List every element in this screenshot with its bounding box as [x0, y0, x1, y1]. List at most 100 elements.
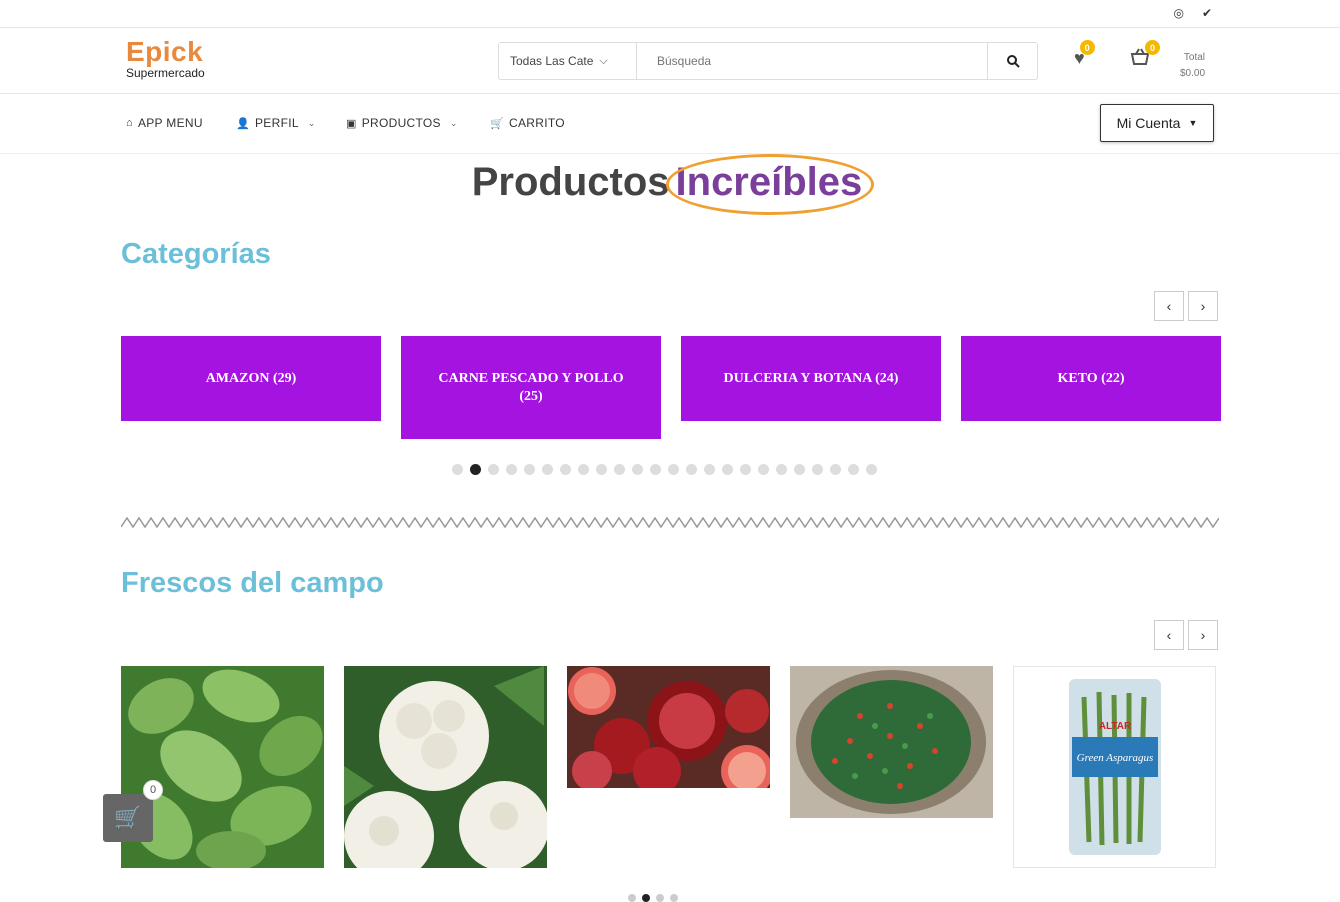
my-account-dropdown[interactable]: Mi Cuenta ▼ — [1100, 104, 1214, 142]
hero-word-1: Productos — [471, 160, 670, 204]
categories-title: Categorías — [121, 238, 271, 270]
carousel-dot[interactable] — [650, 464, 661, 475]
prev-arrow-button[interactable]: ‹ — [1154, 620, 1184, 650]
carousel-dot[interactable] — [452, 464, 463, 475]
search-button[interactable] — [987, 43, 1037, 79]
product-card[interactable]: ALTAR Green Asparagus — [1013, 666, 1216, 868]
cart-total: Total $0.00 — [1180, 50, 1205, 82]
carousel-dot[interactable] — [614, 464, 625, 475]
top-bar: ◎ ✔ — [0, 0, 1340, 28]
carousel-dot[interactable] — [686, 464, 697, 475]
carousel-pagination — [452, 464, 877, 475]
carousel-dot[interactable] — [542, 464, 553, 475]
prev-arrow-button[interactable]: ‹ — [1154, 291, 1184, 321]
hero-heading: Productos Increíbles — [0, 154, 1340, 215]
search-icon — [1006, 55, 1020, 68]
carousel-dot[interactable] — [668, 464, 679, 475]
products-pagination — [628, 894, 678, 902]
carousel-dot[interactable] — [758, 464, 769, 475]
fresh-carousel-arrows: ‹ › — [1154, 620, 1218, 650]
carousel-dot[interactable] — [722, 464, 733, 475]
cart-icon: 🛒 — [490, 117, 504, 130]
carousel-dot[interactable] — [704, 464, 715, 475]
category-card[interactable]: CARNE PESCADO Y POLLO (25) — [401, 336, 661, 439]
chevron-down-icon: ⌄ — [449, 117, 458, 128]
carousel-dot[interactable] — [866, 464, 877, 475]
cauliflower-image — [344, 666, 547, 868]
pagination-dot[interactable] — [670, 894, 678, 902]
instagram-icon[interactable]: ◎ — [1173, 6, 1183, 20]
nav-item-label: PERFIL — [255, 116, 299, 130]
search-input[interactable] — [637, 43, 987, 79]
carousel-dot[interactable] — [488, 464, 499, 475]
category-label: KETO (22) — [1057, 370, 1125, 386]
fresh-title: Frescos del campo — [121, 567, 384, 599]
twitter-icon[interactable]: ✔ — [1202, 6, 1212, 20]
carousel-dot[interactable] — [506, 464, 517, 475]
total-value: $0.00 — [1180, 68, 1206, 79]
category-card[interactable]: KETO (22) — [961, 336, 1221, 421]
nav-item-carrito[interactable]: 🛒 CARRITO — [490, 116, 565, 130]
carousel-dot[interactable] — [830, 464, 841, 475]
category-label: CARNE PESCADO Y POLLO (25) — [438, 370, 624, 404]
chevron-down-icon: ⌵ — [599, 54, 608, 67]
categories-carousel-arrows: ‹ › — [1154, 291, 1218, 321]
carousel-dot[interactable] — [848, 464, 859, 475]
wishlist-button[interactable]: ♥ 0 — [1074, 40, 1095, 69]
total-label: Total — [1183, 52, 1206, 63]
carousel-dot[interactable] — [596, 464, 607, 475]
nav-item-label: PRODUCTOS — [361, 116, 441, 130]
green-beans-package-image: ALTAR Green Asparagus — [1014, 667, 1215, 867]
product-card[interactable] — [790, 666, 993, 818]
wishlist-count-badge: 0 — [1079, 40, 1095, 55]
category-select[interactable]: Todas Las Cate ⌵ — [499, 43, 637, 79]
nav-item-label: CARRITO — [509, 116, 565, 130]
section-divider — [121, 516, 1219, 529]
user-plus-icon: 👤 — [236, 117, 250, 130]
carousel-dot[interactable] — [812, 464, 823, 475]
carousel-dot[interactable] — [632, 464, 643, 475]
brand-subtitle: Supermercado — [126, 66, 205, 80]
category-card[interactable]: AMAZON (29) — [121, 336, 381, 421]
home-icon: ⌂ — [126, 117, 133, 129]
basket-icon: ▣ — [346, 117, 357, 130]
product-card[interactable] — [567, 666, 770, 788]
cart-button[interactable]: 0 — [1130, 40, 1160, 71]
category-card[interactable]: DULCERIA Y BOTANA (24) — [681, 336, 941, 421]
cart-icon: 🛒 — [114, 805, 142, 830]
pomegranate-grapefruit-image — [567, 666, 770, 788]
next-arrow-button[interactable]: › — [1188, 620, 1218, 650]
pagination-dot[interactable] — [628, 894, 636, 902]
carousel-dot[interactable] — [740, 464, 751, 475]
nav-item-perfil[interactable]: 👤 PERFIL ⌄ — [236, 116, 316, 130]
carousel-dot[interactable] — [776, 464, 787, 475]
search-bar: Todas Las Cate ⌵ — [498, 42, 1038, 80]
nav-item-productos[interactable]: ▣ PRODUCTOS ⌄ — [346, 116, 458, 130]
site-header: Epick Supermercado Todas Las Cate ⌵ ♥ 0 … — [0, 28, 1340, 94]
category-label: DULCERIA Y BOTANA (24) — [723, 370, 899, 386]
logo[interactable]: Epick Supermercado — [126, 36, 205, 80]
pagination-dot[interactable] — [656, 894, 664, 902]
chevron-down-icon: ⌄ — [307, 117, 316, 128]
carousel-dot[interactable] — [470, 464, 481, 475]
floating-cart-count: 0 — [143, 780, 163, 800]
nav-item-label: APP MENU — [137, 116, 203, 130]
category-label: AMAZON (29) — [205, 370, 297, 386]
package-text: Green Asparagus — [1077, 752, 1154, 764]
package-brand: ALTAR — [1099, 721, 1132, 732]
fresh-products-carousel: ALTAR Green Asparagus — [121, 666, 1216, 868]
nav-item-app-menu[interactable]: ⌂ APP MENU — [126, 116, 203, 130]
carousel-dot[interactable] — [578, 464, 589, 475]
social-links: ◎ ✔ — [1173, 6, 1212, 20]
next-arrow-button[interactable]: › — [1188, 291, 1218, 321]
carousel-dot[interactable] — [794, 464, 805, 475]
hero-word-2: Increíbles — [665, 154, 875, 215]
pagination-dot[interactable] — [642, 894, 650, 902]
carousel-dot[interactable] — [560, 464, 571, 475]
product-card[interactable] — [344, 666, 547, 868]
floating-cart-button[interactable]: 🛒 0 — [103, 780, 163, 842]
main-nav: ⌂ APP MENU 👤 PERFIL ⌄ ▣ PRODUCTOS ⌄ 🛒 CA… — [0, 94, 1340, 154]
carousel-dot[interactable] — [524, 464, 535, 475]
peas-basket-image — [790, 666, 993, 818]
category-select-value: Todas Las Cate — [510, 54, 594, 68]
